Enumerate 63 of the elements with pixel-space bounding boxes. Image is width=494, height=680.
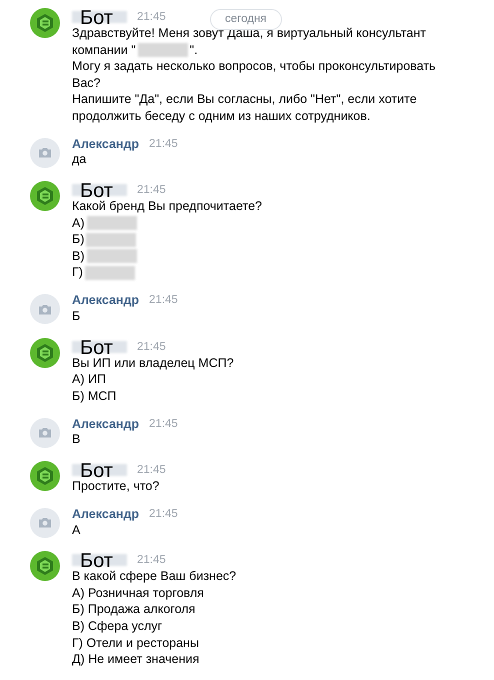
redaction-blur xyxy=(86,216,136,230)
bot-avatar xyxy=(30,181,60,212)
message-text: Б xyxy=(72,308,80,326)
message-text: А) xyxy=(72,214,84,232)
author-name[interactable]: Бот xyxy=(72,555,113,568)
message-text: Могу я задать несколько вопросов, чтобы проконсультировать xyxy=(72,58,436,76)
message-time: 21:45 xyxy=(136,340,166,355)
name-blur xyxy=(72,11,127,23)
bot-avatar xyxy=(30,338,60,368)
author-name[interactable]: Александр xyxy=(72,292,140,308)
message-time: 21:45 xyxy=(149,506,178,522)
message-time: 21:45 xyxy=(149,136,178,152)
message-text: Г) Отели и рестораны xyxy=(72,634,199,652)
message-text: А) ИП xyxy=(72,371,106,388)
redaction-blur xyxy=(86,249,136,264)
redaction-blur xyxy=(84,266,135,280)
message-text: Б) xyxy=(72,231,84,248)
name-blur xyxy=(72,340,127,353)
message-text: Вас? xyxy=(72,74,100,92)
message-time: 21:45 xyxy=(136,10,166,25)
author-name[interactable]: Бот xyxy=(72,465,113,478)
message-time: 21:45 xyxy=(149,293,178,308)
message-text: Напишите "Да", если Вы согласны, либо "Нет", если хотите xyxy=(72,91,417,108)
name-blur xyxy=(72,184,127,196)
author-name[interactable]: Александр xyxy=(72,416,140,432)
message-text: Д) Не имеет значения xyxy=(72,651,200,668)
message-time: 21:45 xyxy=(149,416,178,432)
message-time: 21:45 xyxy=(136,463,166,478)
bot-avatar xyxy=(30,8,60,38)
message-text: ". xyxy=(190,42,198,59)
bot-avatar xyxy=(30,461,60,492)
author-name[interactable]: Бот xyxy=(72,342,113,355)
message-text: В) Сфера услуг xyxy=(72,618,162,635)
date-pill: сегодня xyxy=(210,9,282,30)
message-text: компании " xyxy=(72,42,136,59)
name-blur xyxy=(72,554,127,566)
bot-avatar xyxy=(30,551,60,582)
message-text: А xyxy=(72,522,80,539)
message-text: Б) Продажа алкоголя xyxy=(72,601,196,618)
redaction-blur xyxy=(138,42,188,57)
message-text: да xyxy=(72,151,86,168)
camera-icon xyxy=(38,304,52,315)
author-name[interactable]: Александр xyxy=(72,506,140,522)
message-text: Г) xyxy=(72,264,83,282)
redaction-blur xyxy=(86,232,136,247)
author-name[interactable]: Бот xyxy=(72,185,113,198)
author-name[interactable]: Александр xyxy=(72,136,140,152)
message-text: продолжить беседу с одним из наших сотрудников. xyxy=(72,108,370,125)
message-text: Простите, что? xyxy=(72,478,160,496)
message-text: В) xyxy=(72,248,84,265)
camera-icon xyxy=(38,517,52,528)
author-name[interactable]: Бот xyxy=(72,12,113,25)
message-text: В какой сфере Ваш бизнес? xyxy=(72,568,236,586)
message-text: А) Розничная торговля xyxy=(72,584,204,602)
message-text: Б) МСП xyxy=(72,388,116,405)
name-blur xyxy=(72,464,127,476)
camera-icon xyxy=(38,427,52,438)
camera-icon xyxy=(38,147,52,158)
message-text: Вы ИП или владелец МСП? xyxy=(72,354,234,372)
message-text: В xyxy=(72,431,80,448)
message-text: Какой бренд Вы предпочитаете? xyxy=(72,198,262,216)
message-time: 21:45 xyxy=(136,553,166,568)
message-time: 21:45 xyxy=(136,183,166,198)
